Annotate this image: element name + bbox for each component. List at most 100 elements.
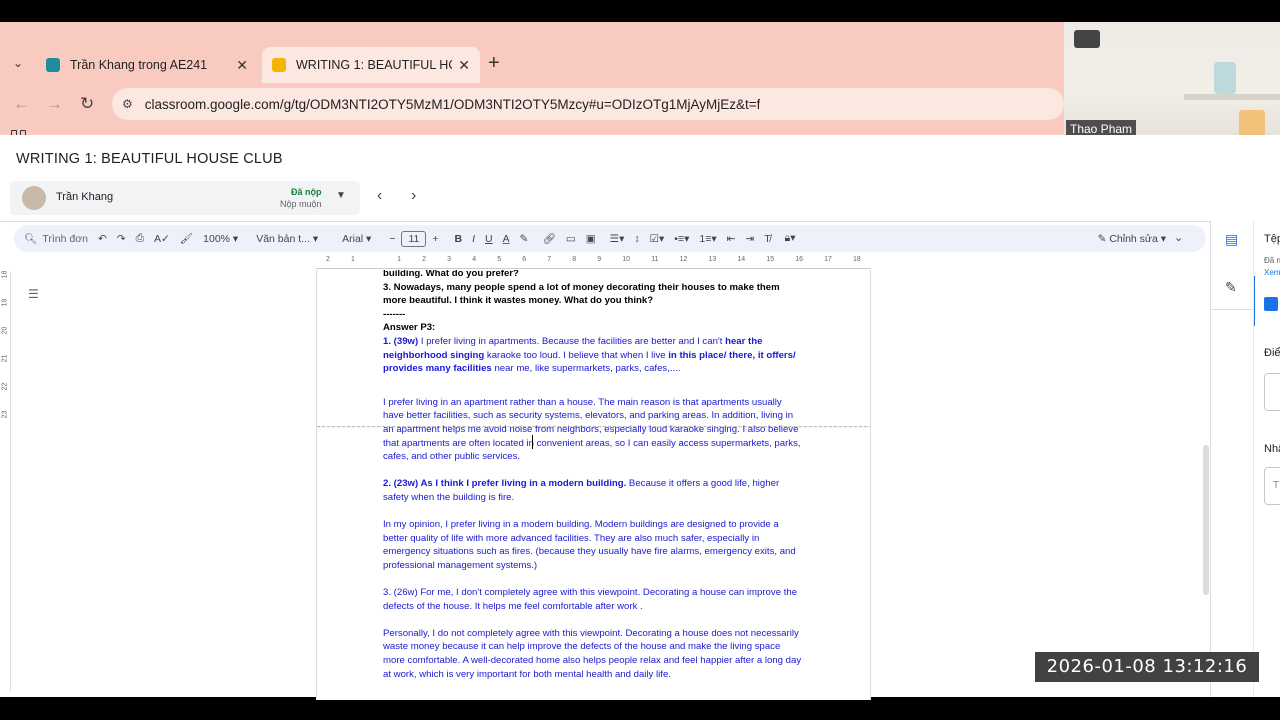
undo-icon[interactable]: ↶ bbox=[98, 233, 107, 245]
new-tab-button[interactable]: + bbox=[488, 52, 500, 75]
menu-search-label: Trình đơn bbox=[42, 232, 88, 245]
tab-title: Trần Khang trong AE241 bbox=[70, 58, 208, 72]
site-settings-icon[interactable]: ⚙ bbox=[122, 97, 133, 111]
bold-button[interactable]: B bbox=[455, 233, 463, 245]
student-selector[interactable]: Trần Khang Đã nộp Nộp muộn ▼ bbox=[10, 181, 360, 215]
ruler-number: 18 bbox=[853, 256, 861, 263]
font-size-input[interactable]: 11 bbox=[401, 230, 427, 247]
ruler-number: 11 bbox=[651, 256, 659, 263]
print-icon[interactable]: ⎙ bbox=[136, 232, 144, 245]
ruler-number: 3 bbox=[447, 256, 452, 263]
assignment-title: WRITING 1: BEAUTIFUL HOUSE CLUB bbox=[16, 151, 283, 167]
background-shelf bbox=[1184, 94, 1280, 100]
decrease-font-size-button[interactable]: − bbox=[389, 233, 395, 245]
background-object bbox=[1214, 62, 1236, 94]
panel-link[interactable]: Xem bbox=[1264, 268, 1280, 277]
back-button[interactable]: ← bbox=[13, 94, 30, 114]
ruler-number: 23 bbox=[1, 410, 9, 419]
document-scrollbar[interactable] bbox=[1203, 445, 1209, 595]
underline-button[interactable]: U bbox=[485, 233, 493, 245]
video-call-tile: Thao Pham bbox=[1064, 22, 1280, 138]
numbered-list-icon[interactable]: 1≡▾ bbox=[699, 233, 716, 245]
vertical-ruler: 18 19 20 21 22 23 bbox=[0, 271, 11, 691]
chevron-down-icon[interactable]: ▼ bbox=[336, 190, 346, 201]
style-select[interactable]: Văn bản t... ▾ bbox=[256, 233, 318, 245]
previous-student-button[interactable]: ‹ bbox=[377, 187, 382, 205]
divider-text: ------- bbox=[383, 308, 406, 320]
zoom-select[interactable]: 100% ▾ bbox=[203, 233, 238, 245]
collapse-toolbar-icon[interactable]: ⌄ bbox=[1174, 231, 1183, 244]
clear-formatting-icon[interactable]: T̸ bbox=[764, 233, 770, 245]
increase-font-size-button[interactable]: + bbox=[432, 233, 438, 245]
ruler-number: 8 bbox=[572, 256, 577, 263]
paint-format-icon[interactable]: 🖌︎ bbox=[180, 232, 193, 245]
classroom-favicon-icon bbox=[272, 58, 286, 72]
question-3: 3. Nowadays, many people spend a lot of … bbox=[383, 281, 780, 307]
ruler-number: 6 bbox=[522, 256, 527, 263]
image-icon[interactable]: ▣ bbox=[586, 233, 596, 245]
divider bbox=[0, 221, 1210, 222]
answer-1-prefix: 1. (39w) bbox=[383, 335, 419, 347]
ruler-number: 16 bbox=[795, 256, 803, 263]
document-body[interactable]: building. What do you prefer? 3. Nowaday… bbox=[383, 270, 803, 695]
ruler-number: 14 bbox=[737, 256, 746, 263]
panel-title: Tệp bbox=[1264, 233, 1280, 245]
tab-search-dropdown[interactable]: ⌄ bbox=[8, 52, 28, 74]
comments-icon[interactable]: ✎ bbox=[1225, 279, 1237, 296]
ruler-numbers: 2 1 1 2 3 4 5 6 7 8 9 10 11 12 13 14 15 16 17 18 bbox=[316, 256, 871, 263]
decrease-indent-icon[interactable]: ⇤ bbox=[727, 233, 736, 245]
align-icon[interactable]: ☰▾ bbox=[610, 233, 625, 245]
ruler-number: 20 bbox=[1, 326, 9, 335]
document-icon[interactable] bbox=[1264, 297, 1278, 311]
answer-2-rewrite: In my opinion, I prefer living in a mode… bbox=[383, 519, 796, 571]
next-student-button[interactable]: › bbox=[411, 187, 416, 205]
ruler-number: 2 bbox=[422, 256, 427, 263]
editing-mode-select[interactable]: ✎ Chỉnh sửa ▾ bbox=[1098, 233, 1166, 245]
answer-3: 3. (26w) For me, I don't completely agre… bbox=[383, 587, 798, 612]
font-select[interactable]: Arial ▾ bbox=[342, 233, 371, 245]
answer-1: 1. (39w) I prefer living in apartments. … bbox=[383, 335, 803, 376]
ruler-number: 5 bbox=[497, 256, 502, 263]
close-icon[interactable]: ✕ bbox=[458, 57, 470, 74]
selected-indicator bbox=[1254, 276, 1255, 326]
answer-1-text: near me, like supermarkets, parks, cafes… bbox=[491, 363, 681, 375]
forward-button[interactable]: → bbox=[46, 94, 63, 114]
answer-3-rewrite: Personally, I do not completely agree wi… bbox=[383, 627, 802, 680]
comment-icon[interactable]: ▭ bbox=[566, 233, 576, 245]
spellcheck-icon[interactable]: A✓ bbox=[154, 233, 170, 245]
grade-input[interactable] bbox=[1264, 373, 1280, 411]
files-icon[interactable]: ▤ bbox=[1225, 231, 1238, 248]
screen: ⌄ Trần Khang trong AE241 ✕ WRITING 1: BE… bbox=[0, 0, 1280, 720]
tab-writing-assignment[interactable]: WRITING 1: BEAUTIFUL HOUSE ✕ bbox=[262, 47, 480, 83]
classroom-grading-page: WRITING 1: BEAUTIFUL HOUSE CLUB Trần Kha… bbox=[0, 135, 1280, 700]
ruler-number: 1 bbox=[351, 256, 355, 263]
tab-classroom-stream[interactable]: Trần Khang trong AE241 ✕ bbox=[36, 50, 258, 80]
close-icon[interactable]: ✕ bbox=[236, 57, 248, 74]
highlight-icon[interactable]: ✎ bbox=[520, 233, 529, 245]
document-page[interactable]: building. What do you prefer? 3. Nowaday… bbox=[316, 270, 871, 700]
text-color-button[interactable]: A bbox=[503, 233, 510, 245]
italic-button[interactable]: I bbox=[472, 233, 475, 245]
bulleted-list-icon[interactable]: •≡▾ bbox=[674, 233, 689, 245]
checklist-icon[interactable]: ☑▾ bbox=[650, 233, 665, 245]
address-bar[interactable]: ⚙ classroom.google.com/g/tg/ODM3NTI2OTY5… bbox=[112, 88, 1064, 120]
comment-input[interactable]: T bbox=[1264, 467, 1280, 505]
link-icon[interactable]: 🔗︎ bbox=[542, 232, 555, 245]
ruler-number: 21 bbox=[1, 354, 9, 363]
status-submitted: Đã nộp bbox=[291, 187, 322, 197]
reload-button[interactable]: ↻ bbox=[80, 94, 94, 114]
document-outline-icon[interactable]: ☰ bbox=[28, 287, 39, 301]
answer-1-text: karaoke too loud. I believe that when I … bbox=[484, 349, 669, 361]
font-value: Arial bbox=[342, 232, 364, 245]
line-spacing-icon[interactable]: ↕ bbox=[634, 233, 639, 245]
menu-search[interactable]: 🔍︎ Trình đơn bbox=[24, 232, 88, 246]
search-icon: 🔍︎ bbox=[24, 233, 38, 245]
status-late: Nộp muộn bbox=[280, 199, 322, 209]
increase-indent-icon[interactable]: ⇥ bbox=[745, 233, 754, 245]
redo-icon[interactable]: ↷ bbox=[117, 233, 126, 245]
horizontal-ruler[interactable]: 2 1 1 2 3 4 5 6 7 8 9 10 11 12 13 14 15 16 17 18 bbox=[316, 256, 871, 270]
lock-icon[interactable]: 🔒︎▾ bbox=[785, 232, 796, 245]
ruler-number: 1 bbox=[397, 256, 402, 263]
grade-label: Điể bbox=[1264, 347, 1280, 359]
ruler-number: 18 bbox=[1, 270, 9, 279]
